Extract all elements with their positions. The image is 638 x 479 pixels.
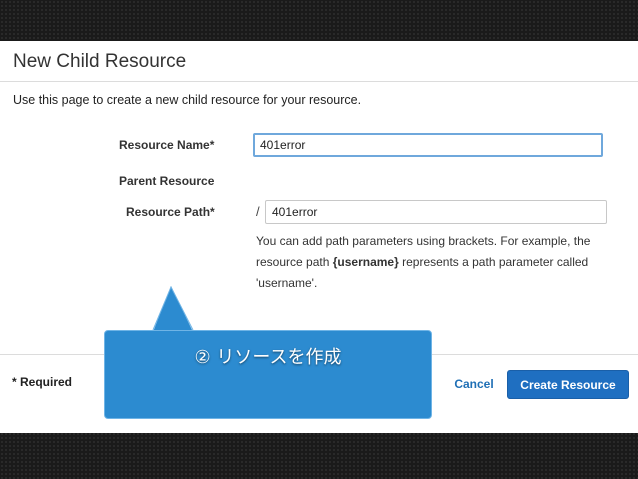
parent-resource-label: Parent Resource (119, 174, 215, 188)
cancel-button[interactable]: Cancel (447, 372, 501, 396)
path-param-example: {username} (332, 255, 399, 269)
title-divider (0, 81, 638, 82)
resource-name-input[interactable] (253, 133, 603, 157)
page-title: New Child Resource (13, 51, 187, 72)
callout-text: ② リソースを作成 (194, 347, 342, 368)
path-help-text: You can add path parameters using bracke… (256, 231, 616, 294)
resource-name-label: Resource Name* (119, 138, 215, 152)
create-resource-button[interactable]: Create Resource (507, 370, 629, 399)
page-description: Use this page to create a new child reso… (13, 93, 362, 107)
annotation-callout: ② リソースを作成 (104, 330, 432, 419)
path-help-line-1: You can add path parameters using bracke… (256, 234, 591, 248)
resource-path-label: Resource Path* (126, 205, 215, 219)
callout-pointer (152, 286, 194, 332)
required-note: * Required (12, 375, 73, 389)
resource-path-input[interactable] (265, 200, 607, 224)
path-help-line-2: resource path {username} represents a pa… (256, 255, 589, 269)
path-help-line-3: 'username'. (256, 276, 318, 290)
resource-path-prefix: / (256, 204, 260, 219)
